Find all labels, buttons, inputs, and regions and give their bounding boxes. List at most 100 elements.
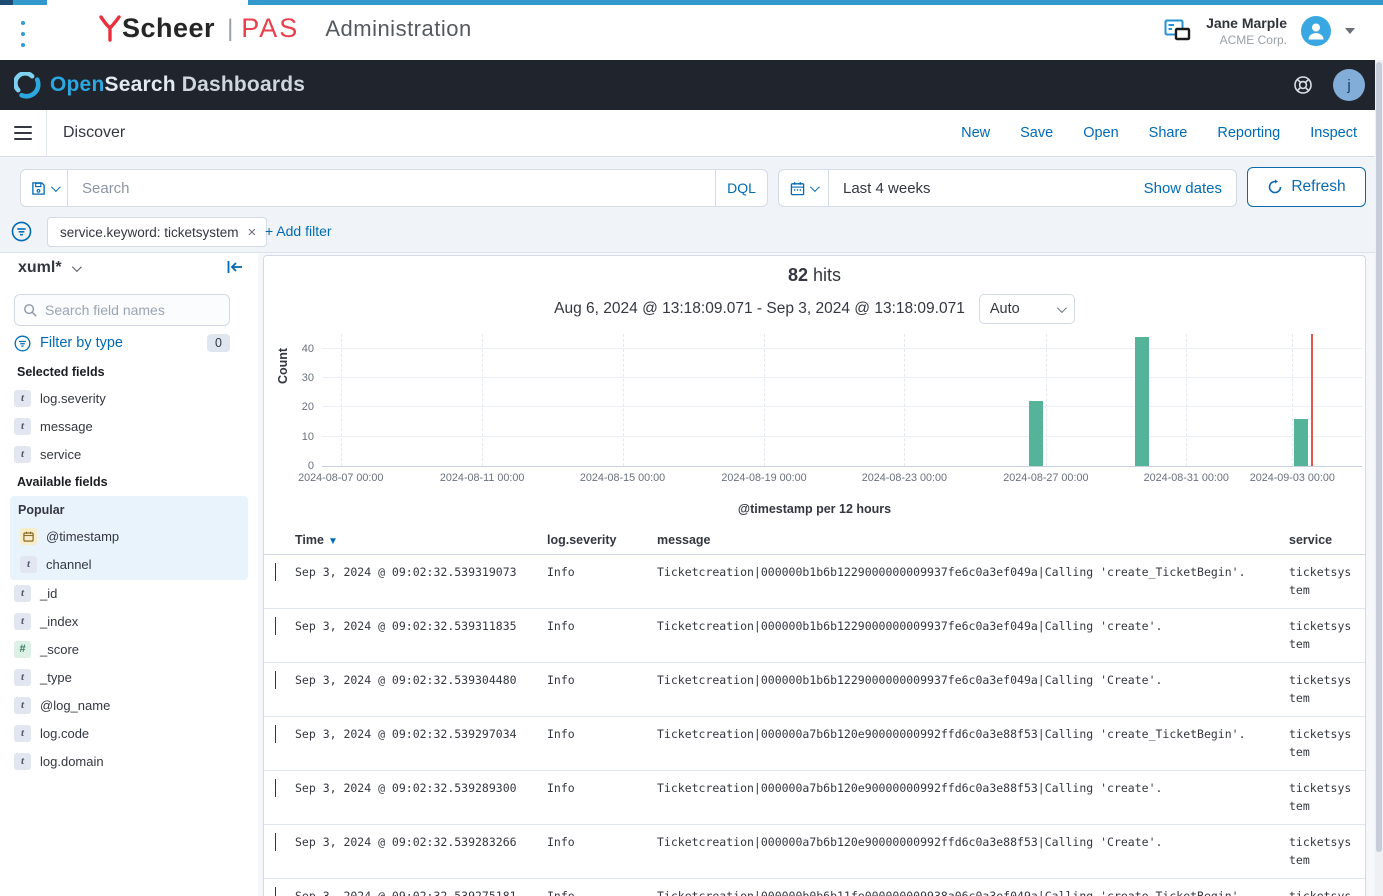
brand-suffix: PAS <box>241 13 299 44</box>
field-name: log.severity <box>40 391 106 406</box>
text-type-icon: t <box>14 697 31 714</box>
kebab-menu-icon[interactable] <box>18 21 28 47</box>
y-tick-label: 20 <box>288 401 314 413</box>
cell-time: Sep 3, 2024 @ 09:02:32.539289300 <box>295 780 547 798</box>
column-header-service[interactable]: service <box>1289 533 1355 547</box>
nav-link-open[interactable]: Open <box>1083 125 1118 141</box>
text-type-icon: t <box>14 585 31 602</box>
collapse-sidebar-icon[interactable] <box>226 259 244 275</box>
histogram-bar[interactable] <box>1294 419 1308 466</box>
expand-row-icon[interactable] <box>275 563 276 581</box>
user-avatar[interactable] <box>1301 16 1331 46</box>
remove-filter-icon[interactable]: × <box>248 224 257 241</box>
y-tick-label: 0 <box>288 460 314 472</box>
cell-time: Sep 3, 2024 @ 09:02:32.539275181 <box>295 888 547 896</box>
person-icon <box>1301 16 1331 46</box>
interval-caret-icon <box>1057 303 1067 313</box>
index-pattern-selector[interactable]: xuml* <box>18 259 79 277</box>
opensearch-logo: OpenSearchDashboards <box>14 72 305 99</box>
search-input[interactable] <box>68 180 715 197</box>
field-item-index[interactable]: t_index <box>14 608 244 634</box>
cell-time: Sep 3, 2024 @ 09:02:32.539297034 <box>295 726 547 744</box>
expand-row-icon[interactable] <box>275 833 276 851</box>
available-fields-heading: Available fields <box>17 475 108 489</box>
app-navbar: Discover New Save Open Share Reporting I… <box>0 110 1383 157</box>
nav-link-share[interactable]: Share <box>1149 125 1188 141</box>
hamburger-menu-icon[interactable] <box>0 110 47 156</box>
nav-link-save[interactable]: Save <box>1020 125 1053 141</box>
table-row[interactable]: Sep 3, 2024 @ 09:02:32.539304480 Info Ti… <box>264 663 1365 717</box>
table-row[interactable]: Sep 3, 2024 @ 09:02:32.539283266 Info Ti… <box>264 825 1365 879</box>
table-row[interactable]: Sep 3, 2024 @ 09:02:32.539289300 Info Ti… <box>264 771 1365 825</box>
field-item-timestamp[interactable]: @timestamp <box>20 523 250 549</box>
histogram-plot: 0 10 20 30 40 <box>322 334 1362 467</box>
column-header-severity[interactable]: log.severity <box>547 533 657 547</box>
scrollbar-thumb[interactable] <box>1376 62 1382 852</box>
interval-value: Auto <box>990 301 1020 317</box>
x-axis: 2024-08-07 00:00 2024-08-11 00:00 2024-0… <box>322 472 1362 488</box>
app-switcher-icon[interactable] <box>1164 19 1192 43</box>
account-avatar[interactable]: j <box>1333 69 1365 101</box>
histogram-bar[interactable] <box>1135 337 1149 466</box>
interval-select[interactable]: Auto <box>979 294 1075 324</box>
histogram-bar[interactable] <box>1029 401 1043 466</box>
show-dates-button[interactable]: Show dates <box>1144 180 1236 197</box>
table-row[interactable]: Sep 3, 2024 @ 09:02:32.539297034 Info Ti… <box>264 717 1365 771</box>
gridline <box>482 334 483 466</box>
field-item-log-domain[interactable]: tlog.domain <box>14 748 244 774</box>
column-header-time[interactable]: Time▼ <box>295 533 547 547</box>
field-item-score[interactable]: #_score <box>14 636 244 662</box>
text-type-icon: t <box>14 753 31 770</box>
field-item-service[interactable]: tservice <box>14 441 244 467</box>
filter-by-type[interactable]: Filter by type 0 <box>14 334 230 352</box>
table-row[interactable]: Sep 3, 2024 @ 09:02:32.539311835 Info Ti… <box>264 609 1365 663</box>
table-row-partial[interactable]: Sep 3, 2024 @ 09:02:32.539275181 Info Ti… <box>264 879 1365 896</box>
field-name: _score <box>40 642 79 657</box>
expand-row-icon[interactable] <box>275 725 276 743</box>
date-picker-group: Last 4 weeks Show dates <box>778 169 1237 207</box>
query-language-button[interactable]: DQL <box>715 170 767 206</box>
column-header-message[interactable]: message <box>657 533 1289 547</box>
field-search-input[interactable] <box>45 302 215 318</box>
expand-row-icon[interactable] <box>275 887 276 896</box>
filter-options-icon[interactable] <box>11 221 32 242</box>
help-icon[interactable] <box>1293 75 1313 95</box>
table-row[interactable]: Sep 3, 2024 @ 09:02:32.539319073 Info Ti… <box>264 555 1365 609</box>
expand-row-icon[interactable] <box>275 617 276 635</box>
refresh-button[interactable]: Refresh <box>1247 167 1366 207</box>
brand-logo: Scheer | PAS Administration <box>98 13 472 44</box>
nav-link-new[interactable]: New <box>961 125 990 141</box>
text-type-icon: t <box>14 725 31 742</box>
x-axis-title: @timestamp per 12 hours <box>264 502 1365 516</box>
expand-row-icon[interactable] <box>275 671 276 689</box>
field-item-log-code[interactable]: tlog.code <box>14 720 244 746</box>
field-item-id[interactable]: t_id <box>14 580 244 606</box>
filter-by-type-label: Filter by type <box>40 335 123 351</box>
filter-pill[interactable]: service.keyword: ticketsystem × <box>47 217 267 247</box>
user-menu-caret-icon[interactable] <box>1345 28 1355 34</box>
time-range-value[interactable]: Last 4 weeks <box>829 180 1144 197</box>
text-type-icon: t <box>20 556 37 573</box>
user-block: Jane Marple ACME Corp. <box>1206 15 1287 48</box>
field-item-type[interactable]: t_type <box>14 664 244 690</box>
gridline <box>322 406 1362 407</box>
nav-link-reporting[interactable]: Reporting <box>1217 125 1280 141</box>
saved-queries-button[interactable] <box>21 170 68 206</box>
expand-row-icon[interactable] <box>275 779 276 797</box>
field-item-log-name[interactable]: t@log_name <box>14 692 244 718</box>
logo-search: Search <box>104 73 175 96</box>
x-tick-label: 2024-08-23 00:00 <box>842 472 966 484</box>
sort-descending-icon[interactable]: ▼ <box>328 536 338 547</box>
text-type-icon: t <box>14 418 31 435</box>
field-item-log-severity[interactable]: t log.severity <box>14 385 244 411</box>
field-item-channel[interactable]: tchannel <box>20 551 250 577</box>
nav-link-inspect[interactable]: Inspect <box>1310 125 1357 141</box>
add-filter-button[interactable]: + Add filter <box>265 223 332 239</box>
date-picker-button[interactable] <box>779 170 829 206</box>
cell-service: ticketsystem <box>1289 564 1355 600</box>
text-type-icon: t <box>14 390 31 407</box>
query-bar: DQL Last 4 weeks Show dates Refresh <box>0 158 1383 212</box>
field-item-message[interactable]: tmessage <box>14 413 244 439</box>
opensearch-mark-icon <box>14 72 41 99</box>
app-title-discover: Discover <box>63 124 125 142</box>
